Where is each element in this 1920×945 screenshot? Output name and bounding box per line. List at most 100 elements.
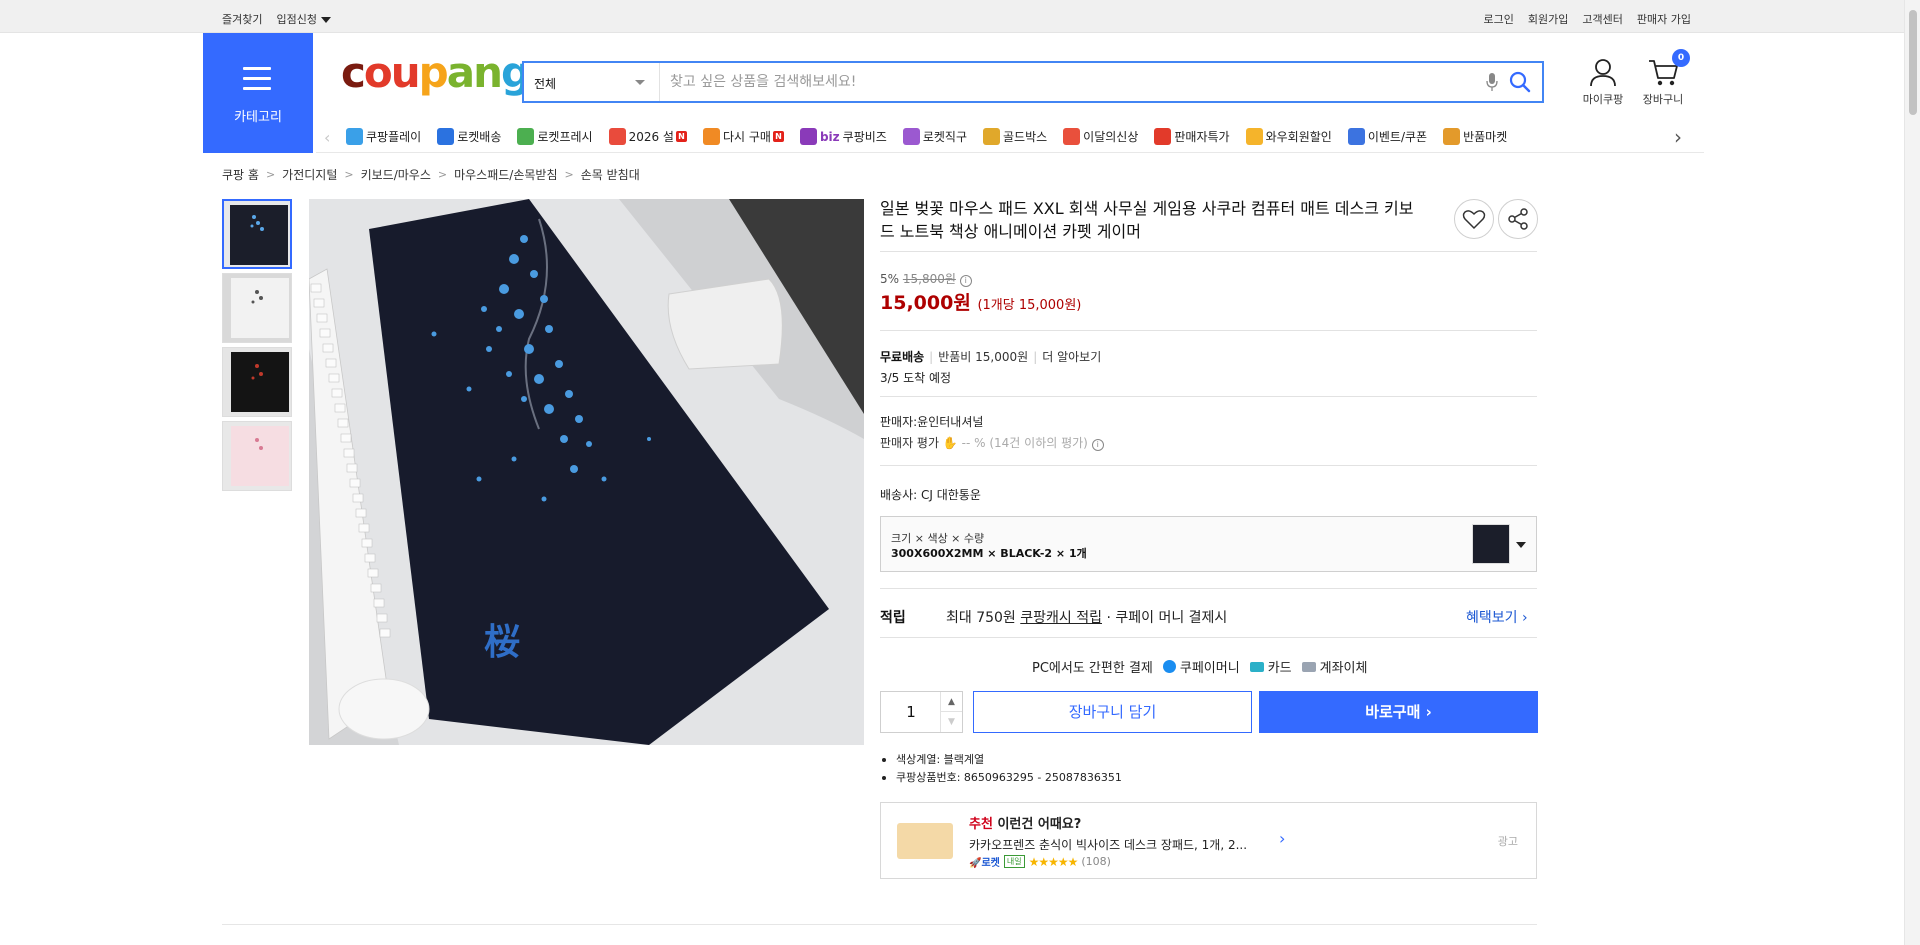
nav-item[interactable]: 이달의신상 [1063, 128, 1138, 145]
thumbnail-black-pad[interactable] [222, 199, 292, 269]
divider [880, 588, 1537, 589]
category-menu-button[interactable]: 카테고리 [203, 33, 313, 153]
product-specs: 색상계열: 블랙계열 쿠팡상품번호: 8650963295 - 25087836… [880, 751, 1122, 787]
bank-transfer: 계좌이체 [1301, 657, 1368, 676]
coupon-icon [1347, 128, 1365, 145]
chevron-left-icon[interactable]: ‹ [324, 128, 330, 147]
recommendation-card[interactable]: 추천 이런건 어때요? 카카오프렌즈 춘식이 빅사이즈 데스크 장패드, 1개,… [880, 802, 1537, 879]
logo-letter: ou [363, 48, 421, 97]
search-input[interactable] [670, 63, 1470, 101]
product-main-image[interactable]: 桜 [309, 199, 864, 745]
option-select[interactable]: 크기 × 색상 × 수량 300X600X2MM × BLACK-2 × 1개 [880, 516, 1537, 572]
mycoupang-button[interactable]: 마이쿠팡 [1574, 58, 1632, 107]
nav-item[interactable]: biz 쿠팡비즈 [799, 128, 887, 145]
carrier-info: 배송사: CJ 대한통운 [880, 488, 981, 502]
nav-item[interactable]: 쿠팡플레이 [346, 128, 421, 145]
nav-item[interactable]: 이벤트/쿠폰 [1347, 128, 1427, 145]
login-link[interactable]: 로그인 [1484, 11, 1514, 27]
nav-item-label: 판매자특가 [1174, 130, 1230, 144]
quantity-input[interactable]: 1 [881, 692, 941, 732]
info-icon[interactable]: i [1091, 439, 1104, 451]
top-utility-bar: 즐겨찾기 입점신청 로그인 회원가입 고객센터 판매자 가입 [0, 0, 1904, 33]
home-icon [702, 128, 720, 145]
nav-item-label: 이달의신상 [1083, 130, 1139, 144]
share-button[interactable] [1498, 199, 1538, 239]
info-icon[interactable]: i [959, 275, 972, 287]
divider [880, 396, 1537, 397]
benefit-link[interactable]: 혜택보기 › [1466, 607, 1528, 627]
search-scope-select[interactable]: 전체 [524, 63, 660, 101]
nav-item[interactable]: 2026 설N [608, 128, 687, 145]
nav-item-label: 2026 설 [628, 130, 674, 144]
option-value: 300X600X2MM × BLACK-2 × 1개 [891, 547, 1087, 560]
coupang-cash-link[interactable]: 쿠팡캐시 적립 [1020, 610, 1102, 626]
tomorrow-badge: 내일 [1003, 855, 1025, 868]
biz-icon [799, 128, 817, 145]
seller-rating: 판매자 평가 ✋ -- % (14건 이하의 평가) i [880, 434, 1104, 451]
wishlist-button[interactable] [1454, 199, 1494, 239]
quantity-stepper: 1 ▲ ▼ [880, 691, 963, 733]
discount-info: 5% 15,800원 i [880, 270, 972, 287]
breadcrumb: 쿠팡 홈 > 가전디지털 > 키보드/마우스 > 마우스패드/손목받침 > 손목 받침대 [222, 166, 640, 183]
discount-rate: 5% [880, 272, 900, 286]
thumbnail-pink-pad[interactable] [222, 421, 292, 491]
nav-item[interactable]: 와우회원할인 [1245, 128, 1332, 145]
breadcrumb-item[interactable]: 가전디지털 [282, 166, 337, 183]
apply-seller-link[interactable]: 입점신청 [276, 11, 331, 27]
customer-center-link[interactable]: 고객센터 [1582, 11, 1622, 27]
cart-button[interactable]: 0 장바구니 [1634, 49, 1692, 107]
seller-signup-link[interactable]: 판매자 가입 [1637, 11, 1691, 27]
reward-condition: · 쿠페이 머니 결제시 [1106, 610, 1228, 626]
breadcrumb-item[interactable]: 키보드/마우스 [361, 166, 431, 183]
user-icon [1590, 59, 1616, 87]
spec-item: 색상계열: 블랙계열 [880, 751, 1122, 769]
breadcrumb-item[interactable]: 손목 받침대 [581, 166, 640, 183]
add-to-cart-button[interactable]: 장바구니 담기 [973, 691, 1252, 733]
thumbnail-white-pad[interactable] [222, 273, 292, 343]
signup-link[interactable]: 회원가입 [1528, 11, 1568, 27]
nav-item-label: 골드박스 [1003, 130, 1048, 144]
thumbs-up-icon: ✋ [942, 436, 958, 450]
new-badge: N [675, 131, 687, 142]
nav-item[interactable]: 판매자특가 [1154, 128, 1230, 145]
return-fee: 반품비 15,000원 [938, 350, 1029, 364]
divider [880, 251, 1537, 252]
recommendation-heading-rest: 이런건 어때요? [992, 817, 1082, 832]
buy-now-button[interactable]: 바로구매 › [1259, 691, 1538, 733]
nav-item[interactable]: 반품마켓 [1443, 128, 1507, 145]
nav-item[interactable]: 로켓배송 [437, 128, 501, 145]
quantity-decrease-icon[interactable]: ▼ [940, 712, 962, 732]
nav-item[interactable]: 다시 구매 N [702, 128, 784, 145]
quantity-increase-icon[interactable]: ▲ [940, 692, 962, 712]
coupay-money: 쿠페이머니 [1162, 657, 1240, 676]
nav-item[interactable]: 로켓직구 [902, 128, 967, 145]
dropdown-arrow-icon [1516, 542, 1526, 548]
thumbnail-red-pad[interactable] [222, 347, 292, 417]
svg-text:桜: 桜 [484, 621, 520, 663]
breadcrumb-item[interactable]: 마우스패드/손목받침 [454, 166, 557, 183]
bookmark-link[interactable]: 즐겨찾기 [222, 11, 262, 27]
bank-label: 계좌이체 [1319, 661, 1368, 676]
search-icon[interactable] [1508, 70, 1532, 94]
card-label: 카드 [1267, 661, 1292, 676]
price-value: 15,000원 [880, 292, 971, 314]
breadcrumb-item[interactable]: 쿠팡 홈 [222, 166, 259, 183]
free-shipping-label: 무료배송 [880, 350, 925, 364]
learn-more-link[interactable]: 더 알아보기 [1042, 350, 1101, 364]
seller-name[interactable]: 판매자:윤인터내셔널 [880, 413, 983, 430]
divider [880, 465, 1537, 466]
nav-item[interactable]: 골드박스 [983, 128, 1047, 145]
search-scope-value: 전체 [534, 77, 557, 91]
page-scrollbar[interactable] [1904, 0, 1920, 945]
chevron-right-icon[interactable]: › [1279, 829, 1285, 848]
recommendation-image [897, 823, 953, 859]
recommendation-product-name[interactable]: 카카오프렌즈 춘식이 빅사이즈 데스크 장패드, 1개, 2... [969, 836, 1247, 853]
scrollbar-thumb[interactable] [1909, 10, 1917, 115]
coupang-logo[interactable]: coupang [341, 52, 531, 94]
nav-item-label: 반품마켓 [1463, 130, 1508, 144]
chevron-right-icon[interactable]: › [1674, 125, 1682, 149]
microphone-icon[interactable] [1486, 72, 1498, 92]
breadcrumb-separator-icon: > [564, 168, 574, 181]
nav-item[interactable]: 로켓프레시 [517, 128, 593, 145]
product-thumbnails [222, 199, 294, 495]
